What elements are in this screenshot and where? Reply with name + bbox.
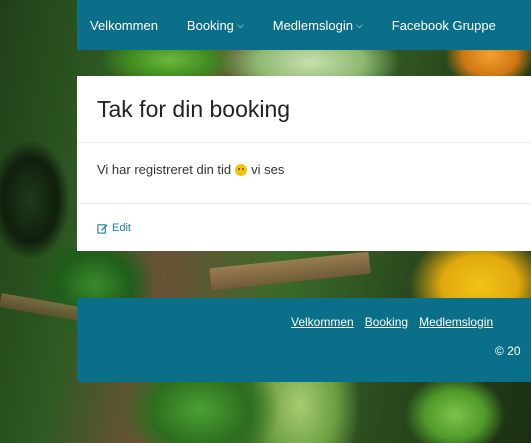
edit-icon xyxy=(97,223,108,234)
divider xyxy=(77,142,531,143)
page-title: Tak for din booking xyxy=(97,96,291,122)
smiley-icon xyxy=(235,163,248,176)
nav-item-facebook-gruppe[interactable]: Facebook Gruppe xyxy=(392,18,496,33)
edit-link[interactable]: Edit xyxy=(97,222,131,234)
divider xyxy=(77,203,531,204)
copyright-text: © 20 xyxy=(495,344,521,358)
background-wood-crate xyxy=(209,251,371,291)
footer-link-velkommen[interactable]: Velkommen xyxy=(291,315,354,329)
chevron-down-icon: ⌵ xyxy=(355,19,363,30)
footer-links: Velkommen Booking Medlemslogin xyxy=(291,315,504,329)
confirmation-text-end: vi ses xyxy=(251,162,285,177)
nav-item-label: Velkommen xyxy=(90,17,158,33)
footer-link-booking[interactable]: Booking xyxy=(365,315,408,329)
nav-item-booking[interactable]: Booking ⌵ xyxy=(187,18,244,33)
site-footer: Velkommen Booking Medlemslogin © 20 xyxy=(77,298,531,382)
nav-item-label: Booking xyxy=(186,17,234,33)
page-content: Tak for din booking Vi har registreret d… xyxy=(77,76,531,251)
nav-item-velkommen[interactable]: Velkommen xyxy=(90,18,158,33)
edit-link-label: Edit xyxy=(112,222,131,234)
chevron-down-icon: ⌵ xyxy=(236,19,244,30)
main-navbar: Velkommen Booking ⌵ Medlemslogin ⌵ Faceb… xyxy=(77,0,531,50)
confirmation-text-start: Vi har registreret din tid xyxy=(97,162,232,177)
nav-item-medlemslogin[interactable]: Medlemslogin ⌵ xyxy=(273,18,363,33)
nav-item-label: Facebook Gruppe xyxy=(391,17,496,33)
footer-link-medlemslogin[interactable]: Medlemslogin xyxy=(419,315,493,329)
confirmation-text: Vi har registreret din tid vi ses xyxy=(97,162,284,177)
background-wood-crate xyxy=(0,293,81,321)
nav-item-label: Medlemslogin xyxy=(272,17,353,33)
